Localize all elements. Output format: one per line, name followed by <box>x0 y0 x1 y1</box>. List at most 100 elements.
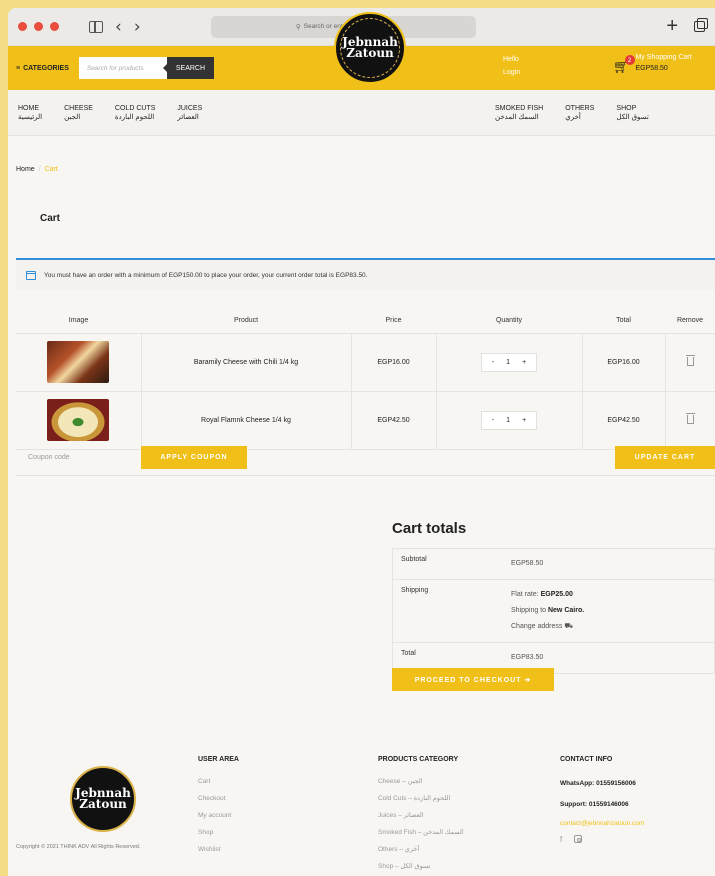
search-button[interactable]: SEARCH <box>162 57 215 79</box>
browser-window: ‹ › ⚲ Search or enter website name + ≡ C… <box>8 8 715 876</box>
instagram-icon[interactable] <box>574 835 583 843</box>
cart-icon[interactable]: 🛒︎ 2 <box>613 55 635 75</box>
search-icon: ⚲ <box>295 23 301 31</box>
sidebar-toggle-icon[interactable] <box>89 20 103 33</box>
column-header-total: Total <box>582 308 665 334</box>
categories-menu[interactable]: ≡ CATEGORIES <box>16 65 69 72</box>
nav-item-others[interactable]: OTHERS أخري <box>565 104 594 122</box>
logo-ring <box>340 18 400 78</box>
footer-contact-info: CONTACT INFO WhatsApp: 01559156006 Suppo… <box>560 756 644 844</box>
close-window-button[interactable] <box>18 22 27 31</box>
column-header-product: Product <box>141 308 351 334</box>
shipping-city: New Cairo. <box>547 607 585 614</box>
column-header-price: Price <box>351 308 436 334</box>
minimum-order-notice: You must have an order with a minimum of… <box>16 258 715 290</box>
nav-item-cold-cuts[interactable]: COLD CUTS اللحوم الباردة <box>115 104 155 122</box>
footer-link-cart[interactable]: Cart <box>198 773 239 790</box>
cart-totals-table: Subtotal EGP58.50 Shipping Flat rate: EG… <box>392 548 715 674</box>
quantity-stepper[interactable]: - 1 + <box>480 410 538 430</box>
shipping-label: Shipping <box>401 587 429 594</box>
breadcrumb-separator: / <box>38 166 41 173</box>
cart-amount: EGP58.50 <box>635 65 668 72</box>
footer-link-my-account[interactable]: My account <box>198 807 239 824</box>
page-title: Cart <box>40 213 61 224</box>
notice-text: You must have an order with a minimum of… <box>44 271 368 279</box>
trash-icon[interactable] <box>685 354 695 366</box>
column-header-quantity: Quantity <box>436 308 582 334</box>
subtotal-label: Subtotal <box>401 556 427 563</box>
total-value: EGP83.50 <box>511 654 544 661</box>
back-button[interactable]: ‹ <box>115 17 122 37</box>
footer-link-smoked-fish[interactable]: Smoked Fish – السمك المدخن <box>378 824 464 841</box>
forward-button[interactable]: › <box>134 17 141 37</box>
line-total: EGP16.00 <box>581 333 665 392</box>
increase-qty-button[interactable]: + <box>522 417 526 424</box>
support-number[interactable]: Support: 01559146006 <box>560 794 644 815</box>
coupon-row: Coupon code APPLY COUPON UPDATE CART <box>16 440 715 476</box>
shipping-row: Shipping Flat rate: EGP25.00 Shipping to… <box>393 580 714 643</box>
footer-products-title: PRODUCTS CATEGORY <box>378 756 459 763</box>
nav-item-cheese[interactable]: CHEESE الجبن <box>64 104 93 122</box>
proceed-to-checkout-button[interactable]: PROCEED TO CHECKOUT ➔ <box>392 668 554 691</box>
main-nav: HOME الرئيسية CHEESE الجبن COLD CUTS اللحوم… <box>8 90 715 136</box>
header-cart[interactable]: 🛒︎ 2 My Shopping Cart EGP58.50 <box>613 52 692 75</box>
nav-item-shop[interactable]: SHOP تسوق الكل <box>616 104 648 122</box>
social-links: f <box>560 835 644 844</box>
minimize-window-button[interactable] <box>34 22 43 31</box>
search-input[interactable]: Search for products <box>78 57 167 79</box>
cart-label: My Shopping Cart <box>635 54 692 61</box>
flat-rate-value: EGP25.00 <box>540 591 573 598</box>
total-label: Total <box>401 650 416 657</box>
new-tab-button[interactable]: + <box>666 15 678 38</box>
login-link[interactable]: Login <box>503 66 520 79</box>
footer-link-shop[interactable]: Shop <box>198 824 239 841</box>
footer-user-area: USER AREA Cart Checkout My account Shop … <box>198 756 239 858</box>
quantity-value[interactable]: 1 <box>506 417 510 424</box>
footer-link-cold-cuts[interactable]: Cold Cuts – اللحوم الباردة <box>378 790 464 807</box>
change-address-link[interactable]: Change address ⛟ <box>511 619 584 635</box>
whatsapp-number[interactable]: WhatsApp: 01559156006 <box>560 773 644 794</box>
nav-item-home[interactable]: HOME الرئيسية <box>18 104 42 122</box>
maximize-window-button[interactable] <box>50 22 59 31</box>
product-name[interactable]: Baramily Cheese with Chili 1/4 kg <box>140 333 351 392</box>
facebook-icon[interactable]: f <box>560 835 562 844</box>
table-header-row: Image Product Price Quantity Total Remov… <box>16 308 715 334</box>
footer-logo-text-bottom: Zatoun <box>79 797 127 811</box>
decrease-qty-button[interactable]: - <box>492 417 494 424</box>
hamburger-icon: ≡ <box>16 64 21 72</box>
coupon-code-input[interactable]: Coupon code <box>28 454 128 461</box>
breadcrumb-current: Cart <box>44 166 58 173</box>
breadcrumb-home-link[interactable]: Home <box>16 166 35 173</box>
quantity-value[interactable]: 1 <box>506 359 510 366</box>
decrease-qty-button[interactable]: - <box>492 359 494 366</box>
footer-link-cheese[interactable]: Cheese – الجبن <box>378 773 464 790</box>
subtotal-row: Subtotal EGP58.50 <box>393 549 714 580</box>
column-header-image: Image <box>16 308 141 334</box>
apply-coupon-button[interactable]: APPLY COUPON <box>141 446 247 469</box>
nav-item-smoked-fish[interactable]: SMOKED FISH السمك المدخن <box>495 104 543 122</box>
nav-item-juices[interactable]: JUICES العصائر <box>177 104 202 122</box>
product-thumbnail[interactable] <box>47 341 110 383</box>
footer-link-checkout[interactable]: Checkout <box>198 790 239 807</box>
table-row: Baramily Cheese with Chili 1/4 kg EGP16.… <box>16 333 715 392</box>
breadcrumb: Home / Cart <box>16 166 58 173</box>
trash-icon[interactable] <box>685 412 695 424</box>
increase-qty-button[interactable]: + <box>522 359 526 366</box>
hello-label: Hello <box>503 56 519 63</box>
quantity-stepper[interactable]: - 1 + <box>480 352 538 372</box>
update-cart-button[interactable]: UPDATE CART <box>615 446 715 469</box>
product-thumbnail[interactable] <box>47 399 110 441</box>
footer-link-others[interactable]: Others – أخري <box>378 841 464 858</box>
footer-logo[interactable]: Jebnnah Zatoun <box>70 766 136 832</box>
site-logo[interactable]: Jebnnah Zatoun <box>334 12 406 84</box>
flat-rate-line: Flat rate: EGP25.00 <box>511 591 573 598</box>
tabs-overview-icon[interactable] <box>694 18 708 32</box>
contact-email-link[interactable]: contact@jebnnahzatoun.com <box>560 815 644 833</box>
cart-count-badge: 2 <box>624 55 635 65</box>
footer-contact-title: CONTACT INFO <box>560 756 613 763</box>
footer-products-category: PRODUCTS CATEGORY Cheese – الجبن Cold Cu… <box>378 756 464 875</box>
footer-link-wishlist[interactable]: Wishlist <box>198 841 239 858</box>
footer-link-juices[interactable]: Juices – العصائر <box>378 807 464 824</box>
footer-link-shop-all[interactable]: Shop – تسوق الكل <box>378 858 464 875</box>
info-window-icon <box>26 270 36 280</box>
